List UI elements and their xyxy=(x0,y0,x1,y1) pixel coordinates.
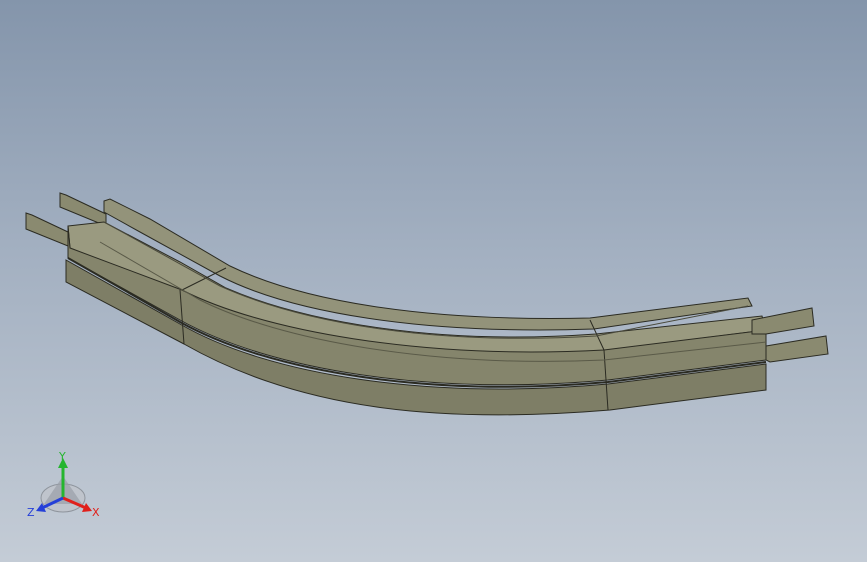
rail-flange-left-lower xyxy=(25,212,69,247)
axis-triad[interactable]: Y X Z xyxy=(22,446,108,528)
curved-rail-model[interactable] xyxy=(0,0,867,562)
rail-flange-right-upper xyxy=(751,307,815,335)
graphics-viewport[interactable]: Y X Z xyxy=(0,0,867,562)
z-axis-label: Z xyxy=(27,506,35,519)
y-axis-label: Y xyxy=(58,450,66,463)
rail-flange-right-lower xyxy=(765,335,829,363)
x-axis-label: X xyxy=(92,506,100,519)
rail-flange-left-upper xyxy=(59,192,107,227)
